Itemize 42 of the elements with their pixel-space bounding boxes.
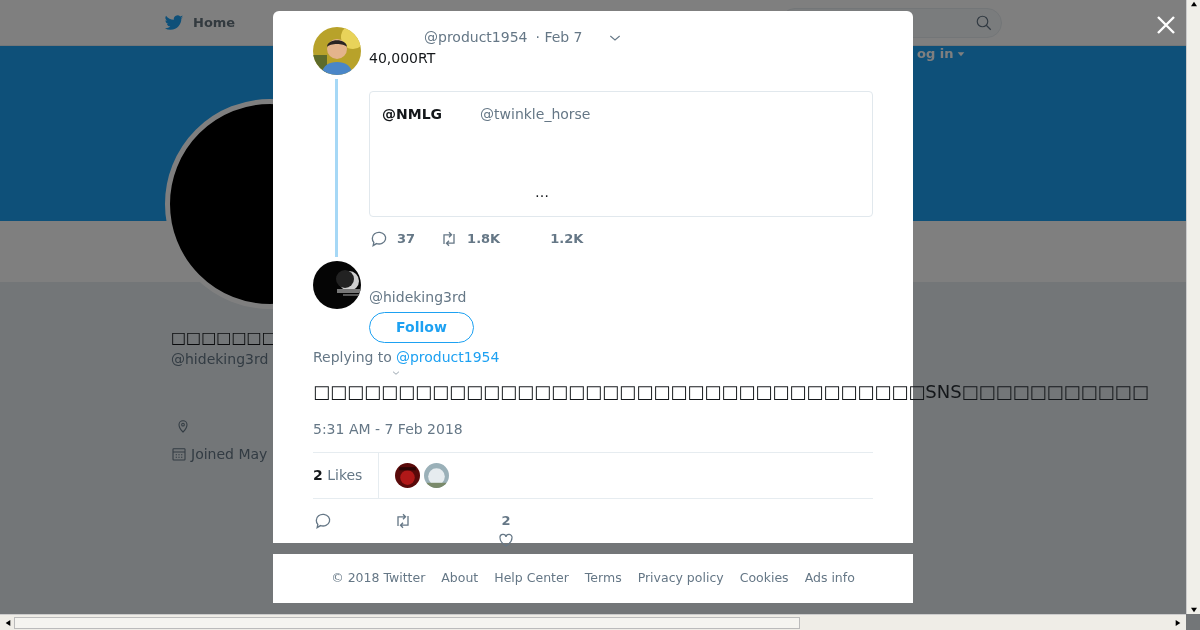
reply-icon[interactable] [369,229,389,249]
quoted-user-handle: @twinkle_horse [480,105,591,124]
vertical-scrollbar[interactable] [1186,0,1200,614]
caret-icon [957,49,966,58]
calendar-icon [171,446,187,463]
follow-button[interactable]: Follow [369,312,474,343]
replying-to-link[interactable]: @product1954 [395,347,500,368]
like-count: 2 [501,512,511,531]
copyright-text: © 2018 Twitter [330,569,427,588]
scroll-right-icon[interactable] [1174,618,1182,627]
footer-link[interactable]: Help Center [490,569,573,588]
replying-to-label: Replying to [313,348,392,367]
search-icon [975,14,993,32]
joined-date: Joined May [191,444,268,464]
user-handle: @hideking3rd [369,288,467,307]
tweet-timestamp: 5:31 AM - 7 Feb 2018 [313,420,464,440]
footer-link[interactable]: About [437,569,483,588]
like-count: 1.2K [550,230,584,249]
reply-icon[interactable] [313,511,333,532]
profile-handle: @hideking3rd [171,349,269,369]
footer-link[interactable]: Cookies [735,569,793,588]
tweet-text: 40,000RT [369,49,437,68]
scroll-up-icon[interactable] [1189,0,1198,8]
quoted-tweet-text: … [535,185,550,199]
footer-link[interactable]: Terms [580,569,626,588]
scroll-left-icon[interactable] [4,618,12,627]
quoted-user-name: @NMLG [382,105,443,124]
close-icon[interactable] [1156,15,1176,35]
bird-icon[interactable] [163,12,185,33]
tweet-date: · Feb 7 [535,28,583,47]
profile-name: □□□□□□□ [171,328,277,349]
footer-link[interactable]: Ads info [800,569,859,588]
home-link[interactable]: Home [193,12,236,33]
quoted-tweet-card[interactable]: @NMLG @twinkle_horse … [369,91,873,217]
reply-count: 37 [397,230,416,249]
location-pin-icon [175,417,191,434]
horizontal-scrollbar[interactable] [0,614,1186,630]
likes-stat: 2 Likes [313,466,363,486]
retweet-count: 1.8K [467,230,501,249]
user-handle: @product1954 [424,28,528,47]
scroll-down-icon[interactable] [1189,606,1198,614]
footer-link[interactable]: Privacy policy [633,569,728,588]
